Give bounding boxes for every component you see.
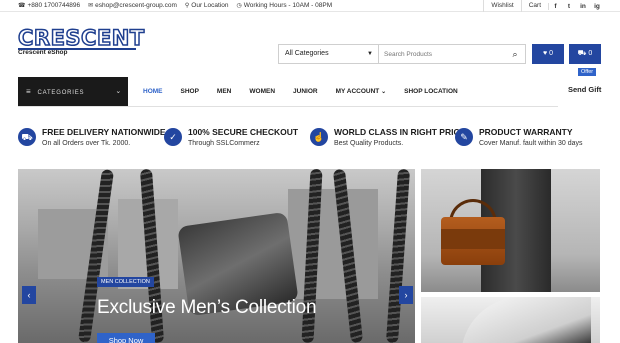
- side-banner-apparel[interactable]: [421, 297, 600, 343]
- location-link[interactable]: ⚲ Our Location: [185, 2, 229, 9]
- categories-label: CATEGORIES: [37, 90, 85, 96]
- nav-menu: HOME SHOP MEN WOMEN JUNIOR MY ACCOUNT ⌄ …: [134, 77, 467, 107]
- hero-tag: MEN COLLECTION: [97, 277, 154, 287]
- instagram-icon[interactable]: ig: [590, 3, 604, 10]
- search-input[interactable]: [379, 45, 505, 63]
- background-building: [288, 189, 378, 299]
- chevron-down-icon: ▼: [367, 51, 373, 57]
- contact-info: ☎ +880 1700744896 ✉ eshop@crescent-group.c…: [18, 2, 332, 9]
- phone-number: +880 1700744896: [27, 2, 81, 9]
- slider-prev-button[interactable]: ‹: [22, 286, 36, 304]
- email-contact[interactable]: ✉ eshop@crescent-group.com: [88, 2, 177, 9]
- category-select[interactable]: All Categories ▼: [279, 45, 379, 63]
- hero-title: Exclusive Men’s Collection: [97, 297, 317, 318]
- cart-link[interactable]: Cart: [520, 0, 548, 12]
- top-bar-links: Wishlist Cart f t in ig: [483, 0, 604, 12]
- location-label: Our Location: [191, 2, 229, 9]
- hours-label: Working Hours - 10AM - 08PM: [243, 2, 333, 9]
- twitter-icon[interactable]: t: [562, 3, 576, 10]
- offer-badge: Offer: [578, 68, 597, 76]
- my-account-label: MY ACCOUNT: [335, 88, 380, 95]
- feature-title: WORLD CLASS IN RIGHT PRICE: [334, 127, 466, 137]
- nav-divider: [18, 106, 558, 107]
- truck-icon: ⛟: [18, 128, 36, 146]
- feature-subtitle: Through SSLCommerz: [188, 140, 260, 147]
- top-bar: ☎ +880 1700744896 ✉ eshop@crescent-group.c…: [0, 0, 620, 12]
- feature-strip: ⛟ FREE DELIVERY NATIONWIDE On all Orders…: [0, 124, 620, 156]
- phone-icon: ☎: [18, 3, 26, 9]
- nav-item-men[interactable]: MEN: [208, 77, 240, 107]
- heart-icon: ♥: [542, 50, 548, 57]
- hero-slider: ‹ › MEN COLLECTION Exclusive Men’s Colle…: [18, 169, 415, 343]
- feature-title: 100% SECURE CHECKOUT: [188, 127, 299, 137]
- phone-contact[interactable]: ☎ +880 1700744896: [18, 2, 80, 9]
- bag-flap: [441, 229, 505, 249]
- cart-icon: ⛟: [577, 50, 587, 57]
- chevron-left-icon: ‹: [27, 290, 31, 300]
- category-select-value: All Categories: [285, 50, 329, 57]
- shield-check-icon: ✓: [164, 128, 182, 146]
- chevron-right-icon: ›: [404, 290, 408, 300]
- slider-next-button[interactable]: ›: [399, 286, 413, 304]
- chevron-down-icon: ⌄: [381, 89, 387, 95]
- send-gift-link[interactable]: Send Gift: [568, 85, 601, 94]
- chevron-down-icon: ⌄: [115, 88, 122, 95]
- nav-item-shop-location[interactable]: SHOP LOCATION: [395, 77, 467, 107]
- cart-button[interactable]: ⛟ 0: [569, 44, 601, 64]
- envelope-icon: ✉: [88, 3, 94, 9]
- shop-now-button[interactable]: Shop Now: [97, 333, 155, 343]
- nav-item-shop[interactable]: SHOP: [172, 77, 208, 107]
- feature-title: FREE DELIVERY NATIONWIDE: [42, 127, 166, 137]
- site-logo[interactable]: CRESCENT Crescent eShop: [17, 26, 145, 56]
- clock-icon: ◷: [236, 3, 242, 9]
- logo-underline: [18, 48, 136, 50]
- map-pin-icon: ⚲: [184, 3, 190, 9]
- facebook-icon[interactable]: f: [548, 2, 562, 10]
- email-address: eshop@crescent-group.com: [95, 2, 177, 9]
- site-header: CRESCENT Crescent eShop All Categories ▼…: [0, 12, 620, 78]
- wishlist-count: 0: [549, 50, 553, 57]
- apparel-image: [461, 297, 591, 343]
- thumbs-up-icon: ☝: [310, 128, 328, 146]
- nav-item-my-account[interactable]: MY ACCOUNT ⌄: [327, 77, 396, 107]
- side-banner-bag[interactable]: [421, 169, 600, 292]
- search-button[interactable]: ⌕: [505, 45, 525, 63]
- nav-item-junior[interactable]: JUNIOR: [284, 77, 327, 107]
- logo-wordmark: CRESCENT: [17, 26, 145, 50]
- feature-subtitle: Best Quality Products.: [334, 140, 404, 147]
- categories-menu-button[interactable]: ≡ CATEGORIES ⌄: [18, 77, 128, 107]
- nav-item-women[interactable]: WOMEN: [240, 77, 284, 107]
- working-hours: ◷ Working Hours - 10AM - 08PM: [237, 2, 333, 9]
- main-navigation: ≡ CATEGORIES ⌄ HOME SHOP MEN WOMEN JUNIOR…: [0, 68, 620, 107]
- hamburger-icon: ≡: [26, 87, 32, 96]
- feature-subtitle: On all Orders over Tk. 2000.: [42, 140, 131, 147]
- nav-item-home[interactable]: HOME: [134, 77, 172, 107]
- wishlist-button[interactable]: ♥ 0: [532, 44, 564, 64]
- wishlist-link[interactable]: Wishlist: [483, 0, 520, 12]
- search-icon: ⌕: [512, 49, 518, 59]
- cart-count: 0: [588, 50, 593, 57]
- linkedin-icon[interactable]: in: [576, 3, 590, 10]
- feature-title: PRODUCT WARRANTY: [479, 127, 573, 137]
- logo-subtitle: Crescent eShop: [18, 49, 68, 56]
- feature-subtitle: Cover Manuf. fault within 30 days: [479, 140, 583, 147]
- wrench-icon: ✎: [455, 128, 473, 146]
- search-bar: All Categories ▼ ⌕: [278, 44, 526, 64]
